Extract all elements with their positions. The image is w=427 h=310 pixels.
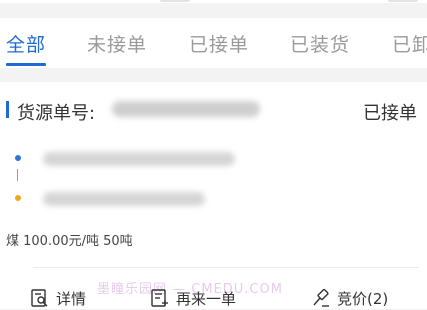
tab-loaded[interactable]: 已装货 bbox=[290, 30, 350, 57]
top-edge bbox=[0, 0, 427, 3]
add-document-icon bbox=[150, 288, 170, 308]
start-address-redacted bbox=[43, 152, 235, 166]
source-number-redacted bbox=[112, 101, 260, 117]
end-point-dot bbox=[15, 195, 21, 201]
reorder-label: 再来一单 bbox=[176, 289, 237, 308]
active-tab-indicator bbox=[6, 63, 46, 66]
order-card[interactable]: 货源单号: 已接单 煤 100.00元/吨 50吨 墨瞳乐园网 — CMEDU.… bbox=[0, 82, 427, 309]
route-connector bbox=[17, 169, 18, 181]
section-marker bbox=[6, 101, 9, 118]
search-document-icon bbox=[30, 288, 50, 308]
blurred-fragment bbox=[388, 0, 418, 2]
cargo-info: 煤 100.00元/吨 50吨 bbox=[6, 234, 133, 249]
tab-unloaded[interactable]: 已卸 bbox=[392, 30, 427, 57]
reorder-button[interactable]: 再来一单 bbox=[150, 286, 236, 310]
start-point-dot bbox=[15, 155, 21, 161]
tab-all[interactable]: 全部 bbox=[6, 30, 46, 57]
divider bbox=[33, 267, 419, 268]
blurred-fragment bbox=[160, 0, 190, 2]
gavel-icon bbox=[311, 288, 331, 308]
bid-label: 竞价(2) bbox=[337, 289, 389, 308]
status-tabs: 全部 未接单 已接单 已装货 已卸 bbox=[0, 18, 427, 68]
tab-accepted[interactable]: 已接单 bbox=[189, 30, 249, 57]
detail-button[interactable]: 详情 bbox=[30, 286, 86, 310]
bid-button[interactable]: 竞价(2) bbox=[311, 286, 388, 310]
source-number-label: 货源单号: bbox=[17, 103, 96, 124]
order-status: 已接单 bbox=[363, 103, 417, 124]
detail-label: 详情 bbox=[56, 289, 87, 308]
tab-not-accepted[interactable]: 未接单 bbox=[87, 30, 147, 57]
end-address-redacted bbox=[43, 192, 205, 206]
